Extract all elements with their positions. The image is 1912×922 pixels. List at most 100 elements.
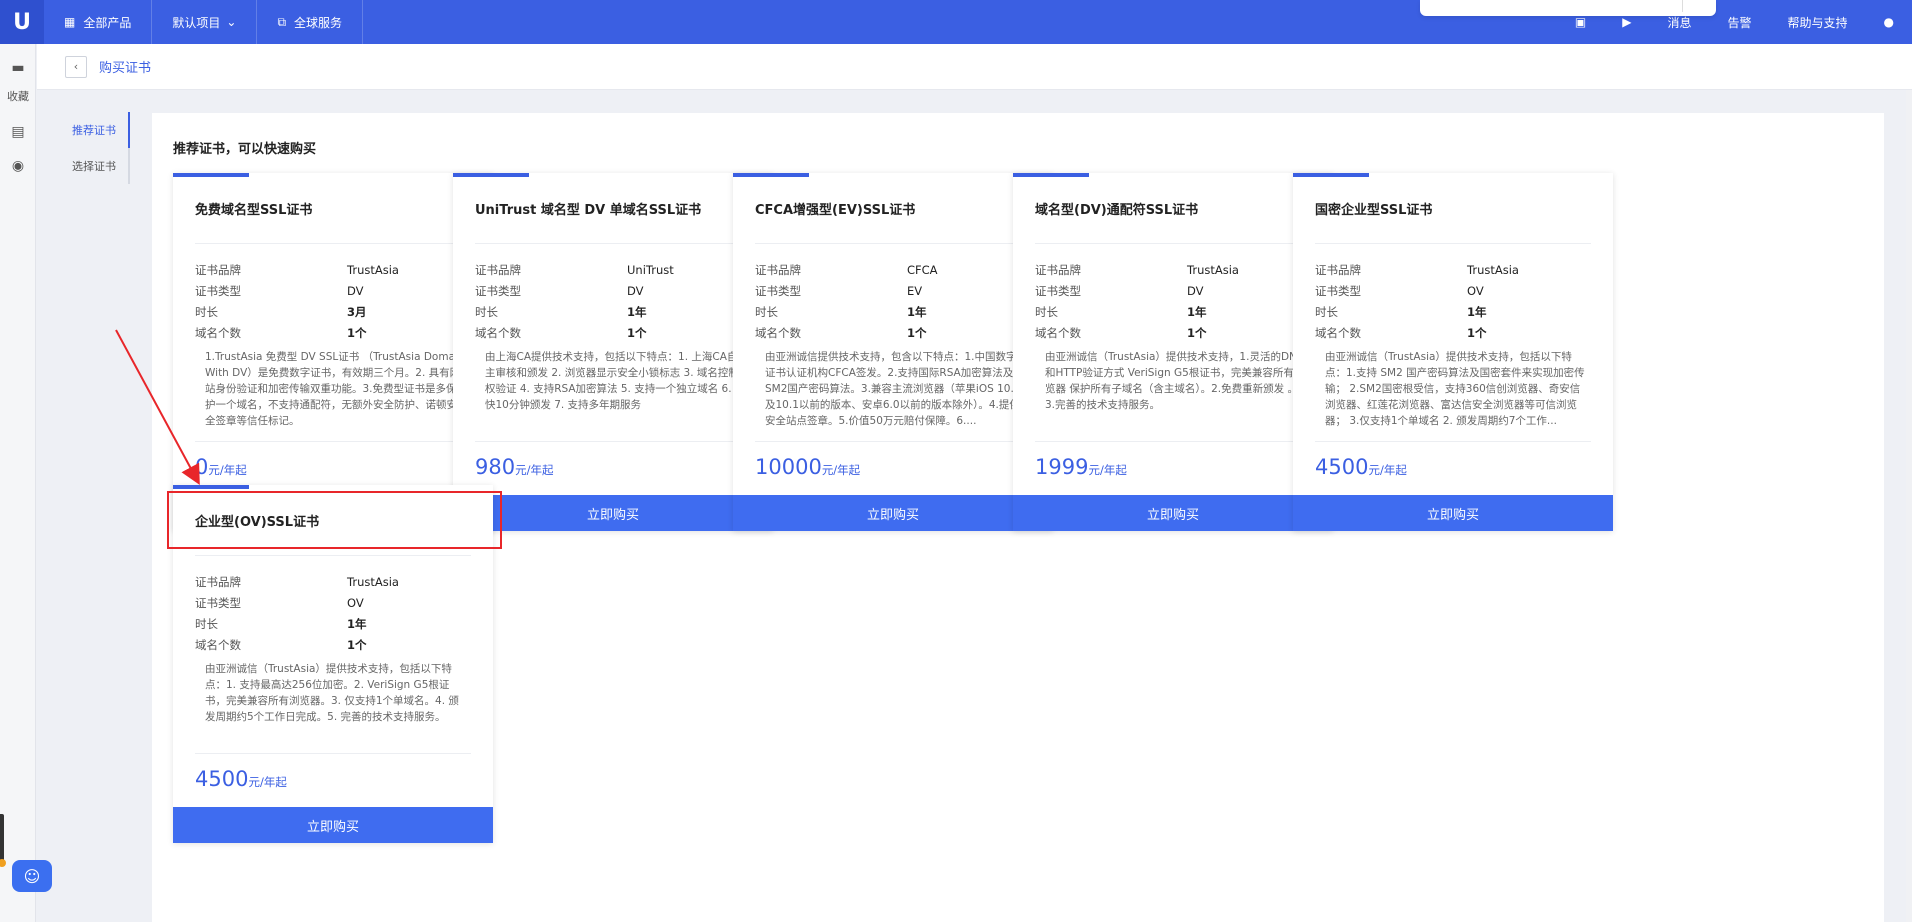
attribute-value: TrustAsia xyxy=(347,574,399,589)
top-nav-item[interactable]: ▦ 全部产品 xyxy=(44,0,153,44)
attribute-row: 时长 1年 xyxy=(1035,301,1315,322)
divider xyxy=(195,441,471,442)
attribute-row: 证书类型 OV xyxy=(1315,280,1595,301)
certificate-attributes: 证书品牌 TrustAsia 证书类型 DV 时长 1年 域名个数 1个 xyxy=(1035,259,1315,343)
attribute-row: 时长 3月 xyxy=(195,301,475,322)
attribute-value: 1个 xyxy=(347,325,367,340)
buy-now-button[interactable]: 立即购买 xyxy=(733,495,1053,531)
card-title: 免费域名型SSL证书 xyxy=(195,203,313,218)
buy-now-button[interactable]: 立即购买 xyxy=(1013,495,1333,531)
card-accent-bar xyxy=(1293,173,1369,177)
subnav-item[interactable]: 推荐证书 xyxy=(60,112,130,148)
divider xyxy=(1035,243,1311,244)
help-support[interactable]: 帮助与支持 xyxy=(1770,14,1866,31)
attribute-value: CFCA xyxy=(907,262,938,277)
attribute-value: 1个 xyxy=(1467,325,1487,340)
attribute-row: 域名个数 1个 xyxy=(475,322,755,343)
buy-now-button[interactable]: 立即购买 xyxy=(173,807,493,843)
price: 980元/年起 xyxy=(475,455,553,479)
alerts[interactable]: 告警 xyxy=(1709,14,1769,31)
attribute-key: 时长 xyxy=(475,304,498,319)
attribute-key: 时长 xyxy=(1035,304,1058,319)
attribute-value: 1年 xyxy=(347,616,367,631)
price: 4500元/年起 xyxy=(1315,455,1407,479)
price-value: 10000 xyxy=(755,455,822,479)
attribute-value: TrustAsia xyxy=(347,262,399,277)
attribute-key: 证书品牌 xyxy=(1315,262,1361,277)
divider xyxy=(1315,441,1591,442)
card-description: 由亚洲诚信（TrustAsia）提供技术支持，包括以下特点：1. 支持最高达25… xyxy=(205,663,459,723)
divider xyxy=(195,555,471,556)
certificate-card: 域名型(DV)通配符SSL证书 证书品牌 TrustAsia 证书类型 DV 时长 1年 域名… xyxy=(1013,173,1333,531)
attribute-value: TrustAsia xyxy=(1467,262,1519,277)
attribute-value: 1年 xyxy=(1187,304,1207,319)
attribute-row: 域名个数 1个 xyxy=(195,634,475,655)
logo[interactable]: U xyxy=(0,0,44,44)
card-accent-bar xyxy=(1013,173,1089,177)
collapse-handle[interactable] xyxy=(0,814,4,864)
price-value: 4500 xyxy=(1315,455,1369,479)
attribute-row: 时长 1年 xyxy=(195,613,475,634)
certificate-card: UniTrust 域名型 DV 单域名SSL证书 证书品牌 UniTrust 证书类型… xyxy=(453,173,773,531)
chat-bubble-icon[interactable]: ▬ xyxy=(0,60,36,76)
top-nav-item[interactable]: 默认项目 ⌄ xyxy=(152,0,258,44)
subnav-item[interactable]: 选择证书 xyxy=(60,148,130,184)
card-accent-bar xyxy=(173,173,249,177)
attribute-value: 1个 xyxy=(347,637,367,652)
attribute-value: 1个 xyxy=(627,325,647,340)
user-icon[interactable]: ● xyxy=(1866,15,1912,29)
page-title: 购买证书 xyxy=(99,61,152,76)
breadcrumb: ‹ 购买证书 xyxy=(37,44,1912,90)
settings-ring-icon[interactable]: ◉ xyxy=(0,158,36,174)
attribute-row: 证书类型 DV xyxy=(1035,280,1315,301)
attribute-row: 时长 1年 xyxy=(475,301,755,322)
attribute-value: DV xyxy=(347,283,364,298)
certificate-attributes: 证书品牌 CFCA 证书类型 EV 时长 1年 域名个数 1个 xyxy=(755,259,1035,343)
favorites-label[interactable]: 收藏 xyxy=(0,88,36,104)
chatbot-icon[interactable]: ☺ xyxy=(12,860,52,892)
attribute-key: 证书类型 xyxy=(195,595,241,610)
buy-now-button[interactable]: 立即购买 xyxy=(1293,495,1613,531)
docs-icon[interactable]: ▣ xyxy=(1557,15,1604,29)
attribute-key: 时长 xyxy=(195,616,218,631)
price: 4500元/年起 xyxy=(195,767,287,791)
attribute-key: 证书类型 xyxy=(1035,283,1081,298)
docs-icon: ▣ xyxy=(1574,15,1587,29)
attribute-key: 证书品牌 xyxy=(1035,262,1081,277)
divider xyxy=(1035,441,1311,442)
certificate-card: CFCA增强型(EV)SSL证书 证书品牌 CFCA 证书类型 EV 时长 1年 域名个数 1个… xyxy=(733,173,1053,531)
card-description: 由上海CA提供技术支持，包括以下特点：1. 上海CA自主审核和颁发 2. 浏览器… xyxy=(485,351,746,411)
attribute-key: 域名个数 xyxy=(755,325,801,340)
card-accent-bar xyxy=(173,485,249,489)
top-nav-item[interactable]: ⧉ 全球服务 xyxy=(257,0,364,44)
back-button[interactable]: ‹ xyxy=(65,55,87,78)
attribute-key: 域名个数 xyxy=(195,325,241,340)
attribute-row: 证书类型 DV xyxy=(475,280,755,301)
terminal-icon[interactable]: ▶ xyxy=(1604,15,1649,29)
card-title: CFCA增强型(EV)SSL证书 xyxy=(755,203,916,218)
divider xyxy=(475,243,751,244)
messages[interactable]: 消息 xyxy=(1649,14,1709,31)
attribute-value: OV xyxy=(347,595,364,610)
attribute-value: 1个 xyxy=(1187,325,1207,340)
price-unit: 元/年起 xyxy=(821,463,861,477)
left-rail: ▬ 收藏 ▤ ◉ xyxy=(0,44,36,922)
attribute-row: 证书品牌 CFCA xyxy=(755,259,1035,280)
price: 10000元/年起 xyxy=(755,455,860,479)
divider xyxy=(195,243,471,244)
attribute-key: 域名个数 xyxy=(1035,325,1081,340)
attribute-key: 证书品牌 xyxy=(195,574,241,589)
card-accent-bar xyxy=(453,173,529,177)
attribute-row: 证书类型 DV xyxy=(195,280,475,301)
attribute-key: 证书类型 xyxy=(195,283,241,298)
card-accent-bar xyxy=(733,173,809,177)
price: 1999元/年起 xyxy=(1035,455,1127,479)
price-unit: 元/年起 xyxy=(515,463,554,477)
certificate-attributes: 证书品牌 TrustAsia 证书类型 OV 时长 1年域名个数 1个 xyxy=(195,571,475,655)
attribute-key: 域名个数 xyxy=(475,325,521,340)
attribute-value: 1年 xyxy=(627,304,647,319)
attribute-row: 时长 1年 xyxy=(755,301,1035,322)
scrollbar[interactable] xyxy=(1906,90,1912,922)
cards-icon[interactable]: ▤ xyxy=(0,124,36,140)
divider xyxy=(195,753,471,754)
